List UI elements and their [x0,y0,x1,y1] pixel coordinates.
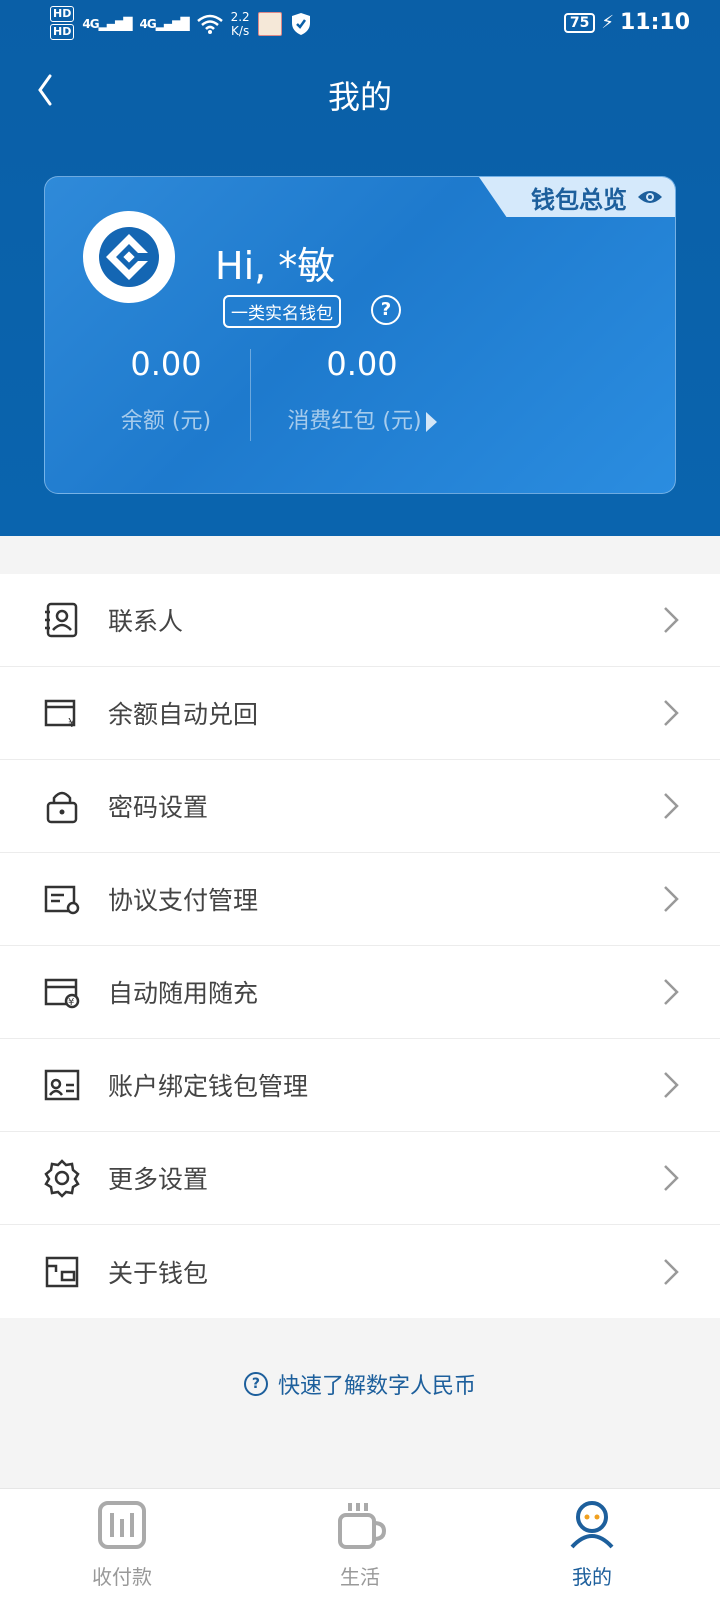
menu-item-more-settings[interactable]: 更多设置 [0,1132,720,1225]
svg-text:¥: ¥ [68,716,76,730]
menu-label: 更多设置 [108,1165,209,1194]
menu-item-auto-redeem[interactable]: ¥ 余额自动兑回 [0,667,720,760]
hd-indicator: HD HD [50,6,75,42]
shield-icon [291,13,310,35]
menu-item-agreement-pay[interactable]: 协议支付管理 [0,853,720,946]
tab-label: 收付款 [92,1565,152,1589]
hd2-label: HD [50,24,75,40]
red-packet-block[interactable]: 0.00 消费红包 (元) [267,345,457,435]
menu-item-auto-topup[interactable]: ¥ 自动随用随充 [0,946,720,1039]
red-packet-amount: 0.00 [326,345,398,383]
chevron-right-icon [664,793,679,819]
tab-life[interactable]: 生活 [280,1499,440,1590]
menu-item-contacts[interactable]: 联系人 [0,574,720,667]
charging-icon: ⚡ [601,12,614,33]
auto-topup-icon: ¥ [44,978,80,1009]
life-cup-icon [338,1503,387,1549]
bank-logo [83,211,175,303]
balance-block[interactable]: 0.00 余额 (元) [101,345,231,435]
triangle-right-icon [425,412,437,432]
question-icon: ? [243,1372,268,1396]
profile-icon [570,1501,614,1549]
app-notification-icon [257,12,282,36]
page-title: 我的 [327,78,392,116]
tab-label: 生活 [340,1565,380,1589]
wallet-overview-label: 钱包总览 [531,185,627,214]
menu-label: 余额自动兑回 [108,700,259,729]
settings-menu: 联系人 ¥ 余额自动兑回 密码设置 协议支付管理 ¥ 自动随用随充 账户绑定钱包… [0,574,720,1318]
bank-logo-icon [99,227,159,287]
help-icon[interactable]: ? [371,295,401,325]
contacts-icon [45,602,78,638]
wallet-type-badge: 一类实名钱包 [223,295,341,328]
lock-icon [46,791,78,824]
tab-mine[interactable]: 我的 [512,1499,672,1590]
chevron-right-icon [664,979,679,1005]
chevron-right-icon [664,1258,679,1285]
signal-1-icon: 4G▂▄▆█ [82,17,132,31]
account-bind-icon [44,1069,80,1101]
hd1-label: HD [50,6,75,22]
balance-amount: 0.00 [130,345,202,383]
nav-bar: 我的 [0,56,720,126]
red-packet-label-row: 消费红包 (元) [267,403,457,435]
quick-learn-label: 快速了解数字人民币 [277,1374,476,1399]
header-background: HD HD 4G▂▄▆█ 4G▂▄▆█ 2.2 K/s 75 ⚡ 11:10 我… [0,0,720,536]
svg-text:¥: ¥ [68,997,74,1008]
menu-item-password[interactable]: 密码设置 [0,760,720,853]
signal-2-icon: 4G▂▄▆█ [139,17,189,31]
menu-label: 关于钱包 [108,1258,209,1288]
bottom-tab-bar: 收付款 生活 我的 [0,1488,720,1600]
auto-redeem-icon: ¥ [44,699,76,730]
wallet-card: 钱包总览 Hi, *敏 一类实名钱包 ? 0.00 余额 (元) 0.00 消费… [44,176,676,494]
chevron-right-icon [664,1165,679,1191]
gear-icon [44,1159,80,1198]
menu-label: 密码设置 [108,793,209,822]
menu-label: 联系人 [108,607,184,636]
menu-label: 协议支付管理 [108,886,259,915]
chevron-right-icon [664,700,679,726]
menu-item-account-bind[interactable]: 账户绑定钱包管理 [0,1039,720,1132]
status-time: 11:10 [619,10,690,35]
chevron-right-icon [664,607,679,633]
wallet-overview-button[interactable]: 钱包总览 [479,177,675,217]
balance-label: 余额 (元) [120,409,212,434]
agreement-pay-icon [44,885,80,915]
tab-pay-receive[interactable]: 收付款 [42,1499,202,1590]
quick-learn-link[interactable]: ? 快速了解数字人民币 [0,1368,720,1400]
eye-icon[interactable] [637,189,663,205]
red-packet-label: 消费红包 (元) [287,409,422,434]
chevron-right-icon [664,886,679,912]
wallet-info-icon [45,1256,79,1287]
card-divider [250,349,251,441]
menu-label: 自动随用随充 [108,979,259,1008]
wifi-icon [196,14,223,34]
menu-label: 账户绑定钱包管理 [108,1072,309,1101]
pay-receive-icon [98,1501,146,1549]
status-bar: HD HD 4G▂▄▆█ 4G▂▄▆█ 2.2 K/s 75 ⚡ 11:10 [0,0,720,50]
chevron-right-icon [664,1072,679,1098]
tab-label: 我的 [572,1565,612,1589]
battery-indicator: 75 [563,12,596,33]
network-speed: 2.2 K/s [230,10,250,38]
menu-item-about-wallet[interactable]: 关于钱包 [0,1225,720,1318]
greeting-text: Hi, *敏 [215,244,336,288]
